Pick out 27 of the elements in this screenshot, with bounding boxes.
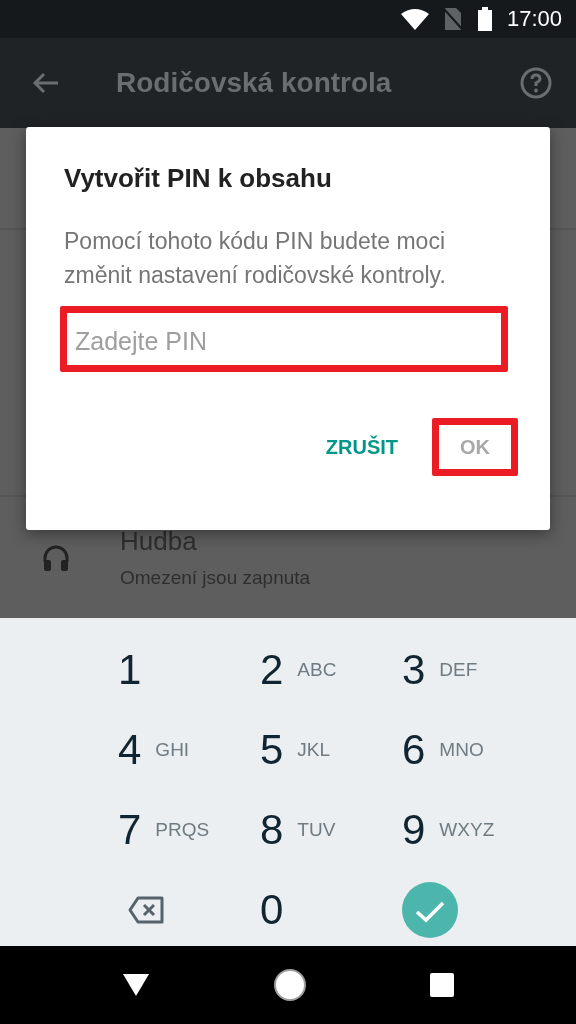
wifi-icon	[400, 8, 429, 30]
keypad-key[interactable]: 6 MNO	[402, 710, 544, 790]
home-icon[interactable]	[273, 968, 307, 1002]
pin-field[interactable]: Zadejte PIN	[60, 306, 508, 372]
status-time: 17:00	[506, 6, 562, 32]
screen-title: Rodičovská kontrola	[116, 67, 393, 99]
dialog-title: Vytvořit PIN k obsahu	[64, 163, 333, 194]
help-icon[interactable]	[520, 67, 552, 99]
battery-icon	[476, 7, 493, 31]
dialog-message: Pomocí tohoto kódu PIN budete moci změnit nastavení rodičovské kontroly.	[64, 227, 447, 290]
keypad-key[interactable]: 7 PRQS	[118, 790, 260, 870]
dialog-button[interactable]: ZRUŠIT	[315, 418, 408, 476]
backspace-icon[interactable]	[128, 896, 164, 924]
keypad-key[interactable]: 0	[260, 870, 402, 950]
keypad-key[interactable]: 2 ABC	[260, 630, 402, 710]
keypad-key[interactable]: 4 GHI	[118, 710, 260, 790]
no-sim-icon	[442, 8, 463, 30]
keypad-key[interactable]: 1	[118, 630, 260, 710]
keypad-key[interactable]: 8 TUV	[260, 790, 402, 870]
recents-icon[interactable]	[430, 973, 455, 997]
back-arrow-icon[interactable]	[32, 71, 60, 95]
keypad-key[interactable]: 9 WXYZ	[402, 790, 544, 870]
confirm-check-icon[interactable]	[402, 882, 458, 938]
keypad-key[interactable]: 3 DEF	[402, 630, 544, 710]
headphones-icon	[42, 543, 70, 572]
keypad-key[interactable]: 5 JKL	[260, 710, 402, 790]
back-icon[interactable]	[121, 973, 150, 997]
